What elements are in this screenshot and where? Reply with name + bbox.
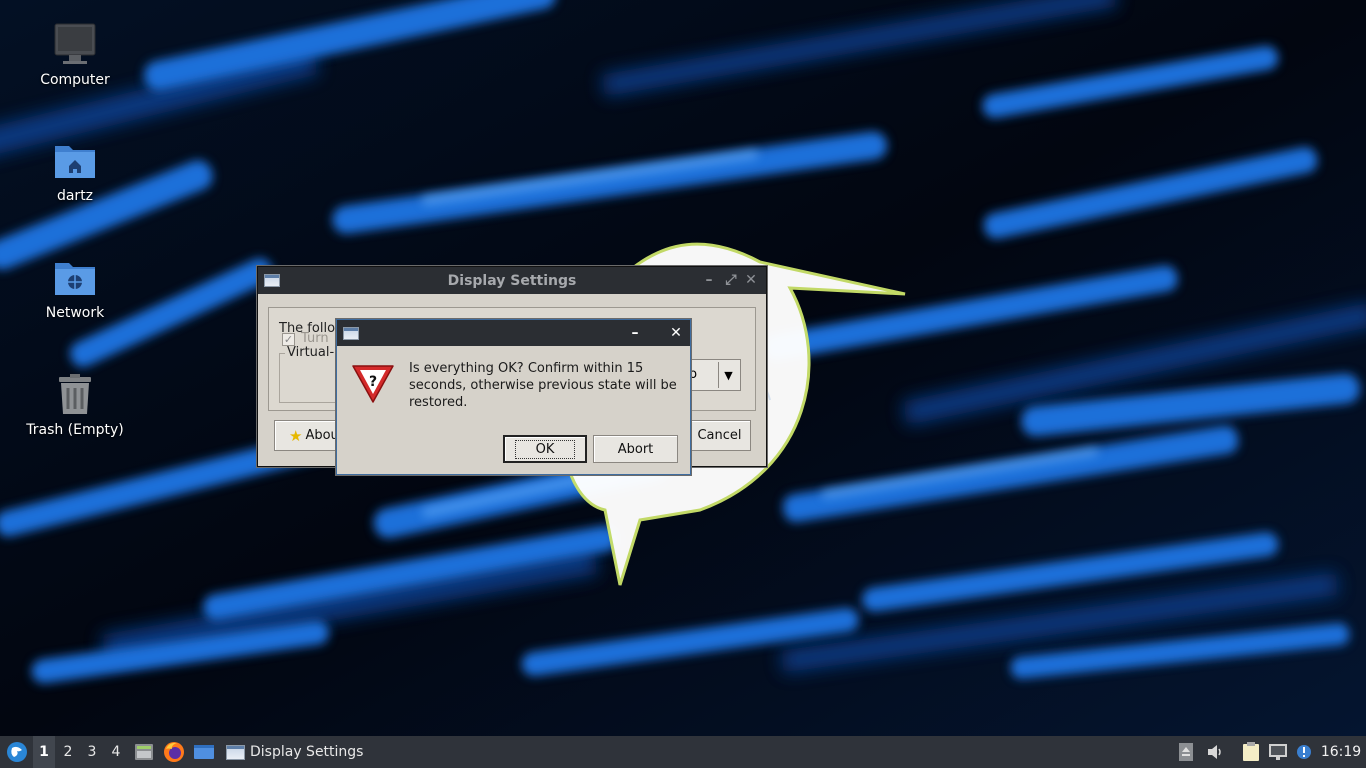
- desktop-icon-network[interactable]: Network: [15, 255, 135, 321]
- workspace-label: 2: [63, 744, 73, 760]
- network-wired-icon: [1269, 744, 1287, 760]
- warning-question-icon: ?: [352, 365, 394, 403]
- desktop-icon-label: Computer: [40, 72, 110, 88]
- monitor-icon: [54, 23, 96, 64]
- start-menu-button[interactable]: [4, 736, 30, 768]
- maximize-icon[interactable]: ⤢: [722, 271, 740, 289]
- task-label: Display Settings: [250, 744, 364, 760]
- about-label: Abou: [305, 428, 339, 443]
- clipboard-button[interactable]: [1240, 736, 1262, 768]
- notification-button[interactable]: [1294, 736, 1314, 768]
- file-manager-launcher[interactable]: [132, 736, 156, 768]
- abort-button[interactable]: Abort: [593, 435, 678, 463]
- clock-label: 16:19: [1320, 744, 1362, 760]
- cancel-label: Cancel: [697, 428, 742, 443]
- file-manager-icon: [135, 744, 153, 760]
- taskbar: 1 2 3 4 Display Settings 16:19: [0, 736, 1366, 768]
- workspace-4[interactable]: 4: [105, 736, 127, 768]
- lxqt-logo-icon: [7, 742, 27, 762]
- desktop-icon-label: dartz: [56, 188, 94, 204]
- clipboard-icon: [1243, 742, 1259, 761]
- show-desktop-button[interactable]: [192, 736, 216, 768]
- close-icon[interactable]: ✕: [742, 271, 760, 289]
- ok-label: OK: [514, 439, 576, 459]
- cancel-button[interactable]: Cancel: [688, 420, 751, 451]
- workspace-1[interactable]: 1: [33, 736, 55, 768]
- desktop-icon-label: Trash (Empty): [26, 422, 124, 438]
- desktop-icon: [194, 745, 214, 759]
- workspace-2[interactable]: 2: [57, 736, 79, 768]
- minimize-icon[interactable]: –: [626, 324, 644, 342]
- firefox-icon: [164, 742, 184, 762]
- workspace-label: 1: [39, 744, 49, 760]
- confirm-message: Is everything OK? Confirm within 15 seco…: [409, 361, 677, 410]
- eject-button[interactable]: [1176, 736, 1196, 768]
- desktop-icon-label: Network: [45, 305, 105, 321]
- window-menu-icon[interactable]: [264, 274, 280, 287]
- close-icon[interactable]: ✕: [667, 324, 685, 342]
- display-settings-titlebar[interactable]: Display Settings – ⤢ ✕: [258, 267, 766, 294]
- eject-icon: [1179, 743, 1193, 761]
- notification-icon: [1297, 745, 1311, 759]
- desktop-icon-trash[interactable]: Trash (Empty): [15, 372, 135, 438]
- window-menu-icon[interactable]: [343, 327, 359, 340]
- volume-button[interactable]: [1204, 736, 1226, 768]
- confirm-dialog: – ✕ ? Is everything OK? Confirm within 1…: [336, 319, 691, 475]
- window-icon: [226, 744, 245, 760]
- workspace-label: 4: [111, 744, 121, 760]
- home-folder-icon: [55, 146, 95, 178]
- network-folder-icon: [55, 263, 95, 295]
- desktop-icon-computer[interactable]: Computer: [15, 22, 135, 88]
- ok-button[interactable]: OK: [503, 435, 587, 463]
- speaker-icon: [1208, 745, 1221, 759]
- abort-label: Abort: [617, 441, 654, 457]
- taskbar-task-display-settings[interactable]: Display Settings: [222, 736, 364, 768]
- turn-on-checkbox[interactable]: ✓: [282, 333, 295, 346]
- firefox-launcher[interactable]: [162, 736, 186, 768]
- svg-text:?: ?: [369, 374, 377, 390]
- chevron-down-icon[interactable]: ▼: [718, 362, 738, 388]
- about-button[interactable]: ★ Abou: [274, 420, 344, 451]
- confirm-dialog-titlebar[interactable]: – ✕: [337, 320, 690, 346]
- star-icon: ★: [289, 426, 303, 445]
- turn-on-label: Turn: [301, 331, 329, 346]
- trash-icon: [59, 374, 91, 414]
- network-status-button[interactable]: [1267, 736, 1289, 768]
- minimize-icon[interactable]: –: [700, 271, 718, 289]
- desktop-icon-home[interactable]: dartz: [15, 138, 135, 204]
- clock[interactable]: 16:19: [1320, 736, 1362, 768]
- window-title: Display Settings: [447, 272, 577, 289]
- workspace-3[interactable]: 3: [81, 736, 103, 768]
- workspace-label: 3: [87, 744, 97, 760]
